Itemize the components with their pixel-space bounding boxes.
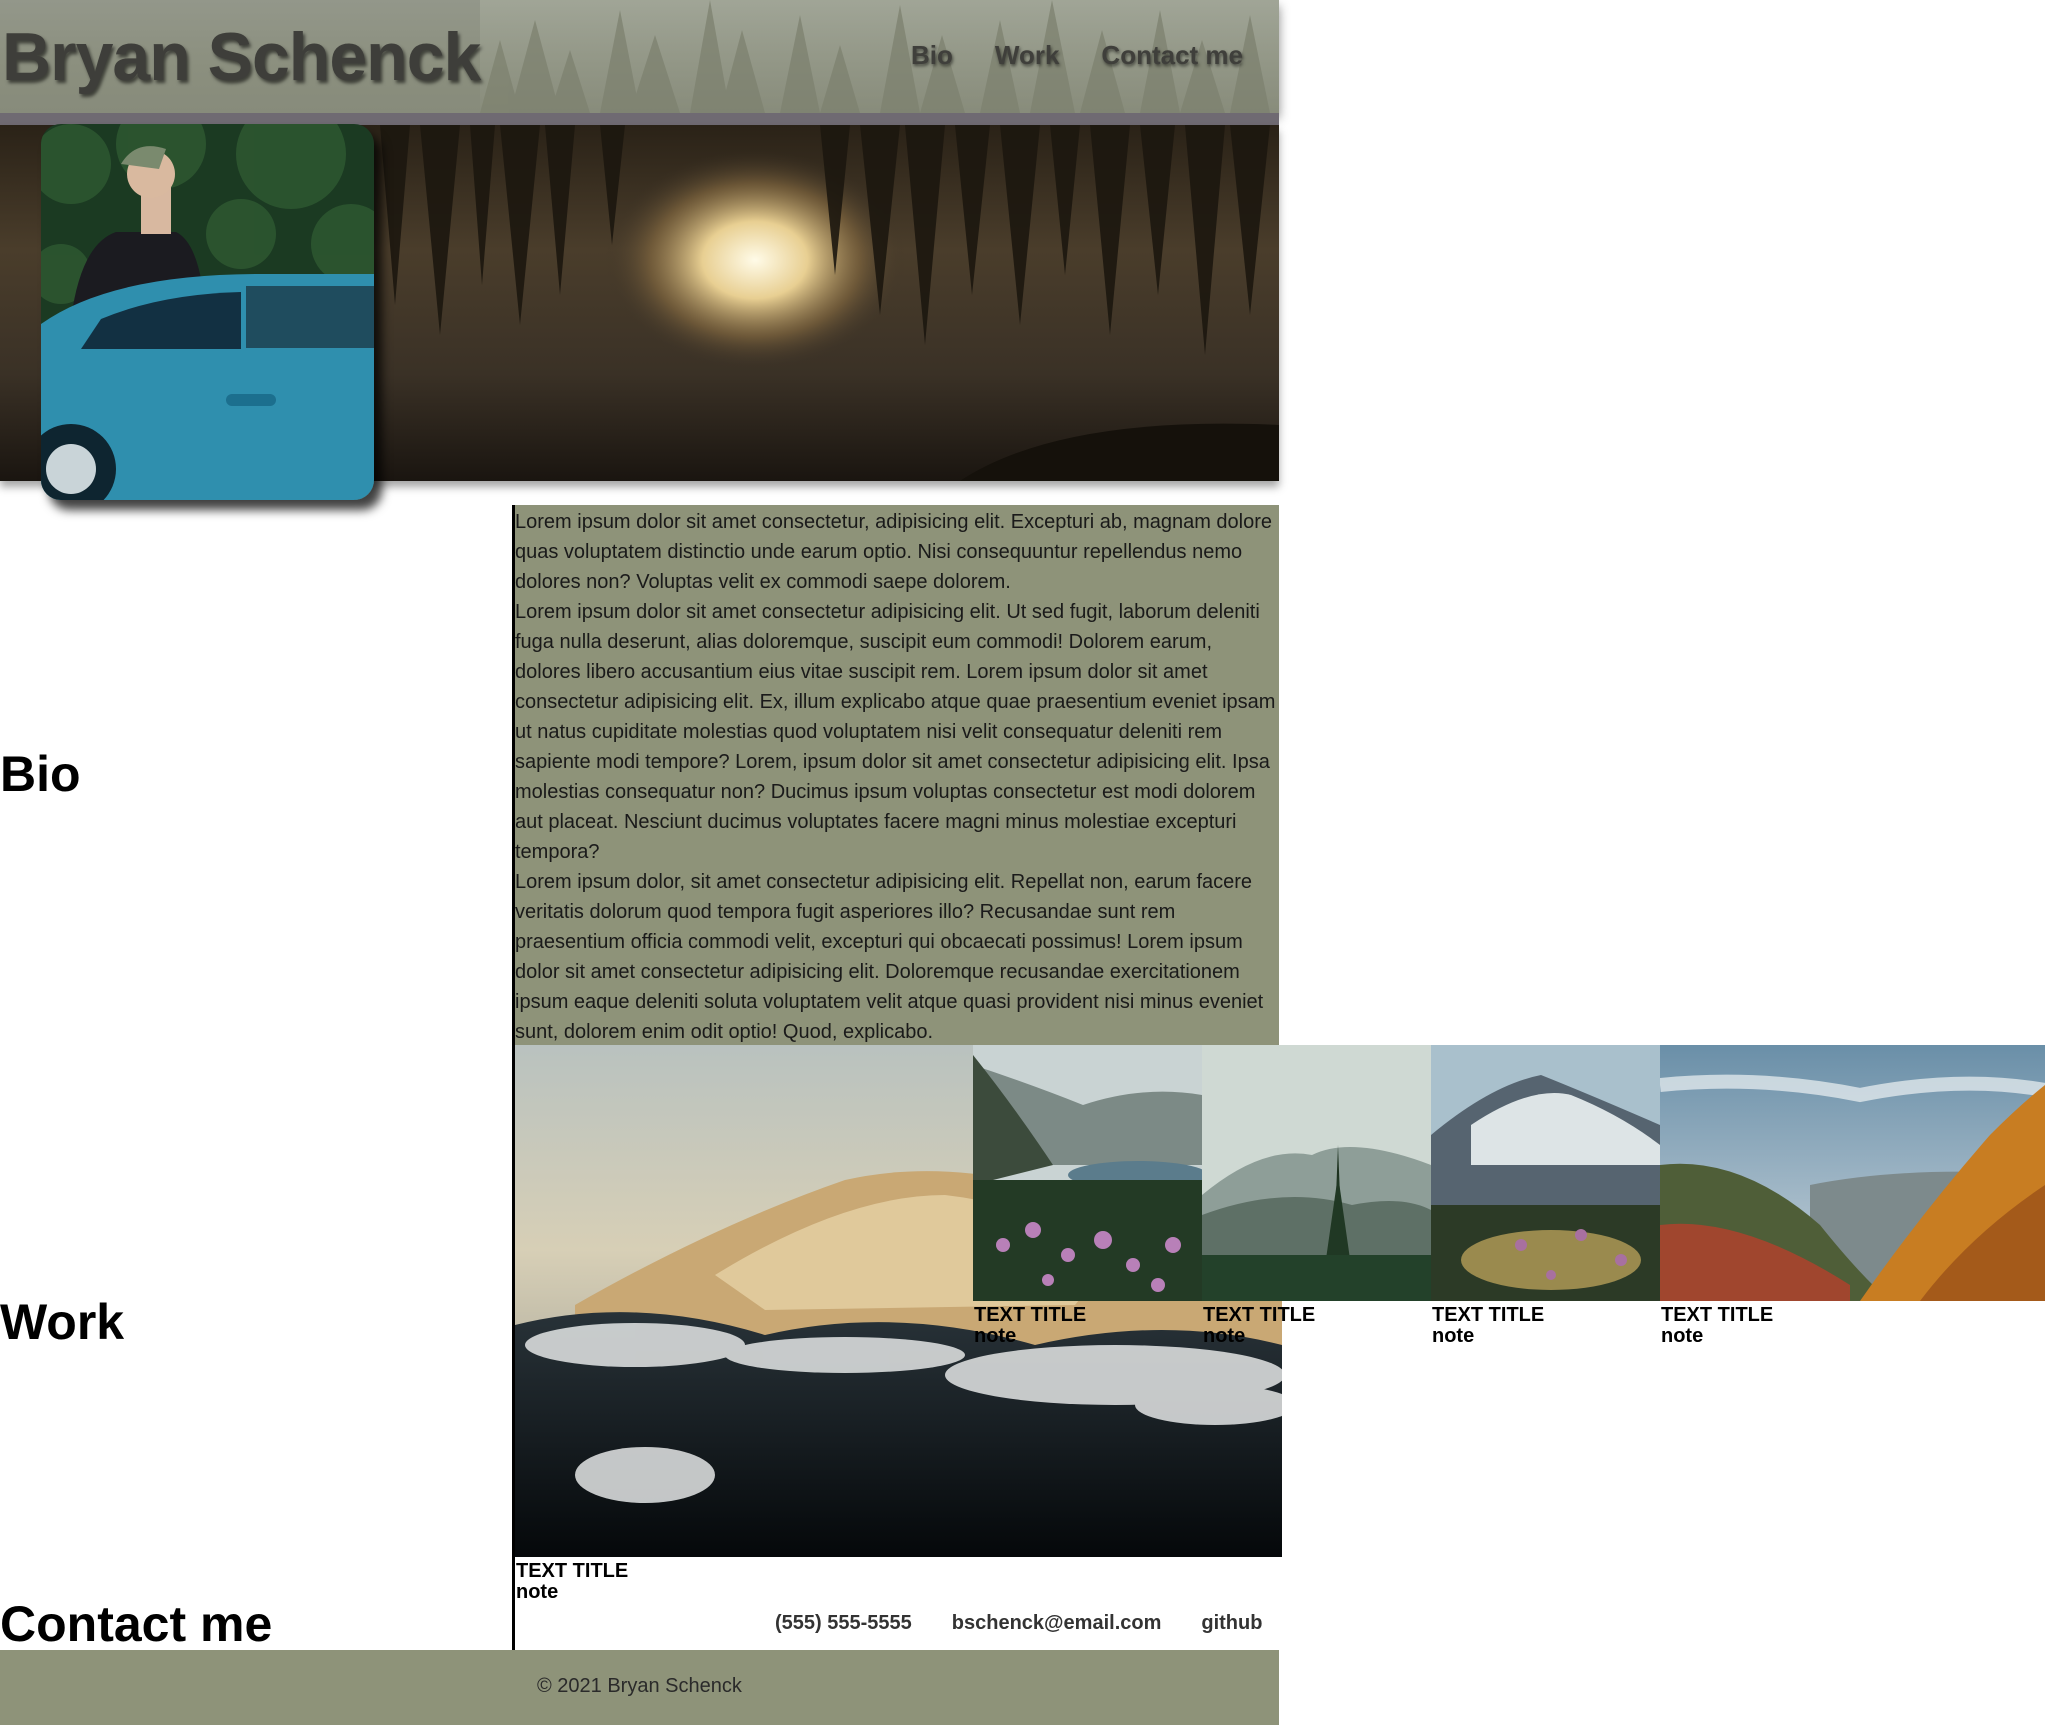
work-caption-4: TEXT TITLE note — [1432, 1305, 1544, 1347]
work-image-5[interactable] — [1660, 1045, 2045, 1301]
bio-paragraph-3: Lorem ipsum dolor, sit amet consectetur … — [515, 871, 1264, 1043]
nav-link-work[interactable]: Work — [995, 40, 1060, 71]
contact-email-link[interactable]: bschenck@email.com — [952, 1612, 1162, 1635]
contact-links: (555) 555-5555 bschenck@email.com github — [775, 1612, 1262, 1635]
main-nav: Bio Work Contact me — [911, 40, 1243, 71]
work-note-5: note — [1661, 1325, 1704, 1347]
bio-paragraph-1: Lorem ipsum dolor sit amet consectetur, … — [515, 511, 1273, 593]
work-title-1: TEXT TITLE — [516, 1560, 629, 1582]
work-note-4: note — [1432, 1325, 1475, 1347]
site-title: Bryan Schenck — [2, 19, 481, 95]
nav-link-contact[interactable]: Contact me — [1101, 40, 1243, 71]
work-note-3: note — [1203, 1325, 1246, 1347]
work-image-4[interactable] — [1431, 1045, 1660, 1301]
bio-panel: Lorem ipsum dolor sit amet consectetur, … — [515, 505, 1279, 1045]
work-note-1: note — [516, 1581, 559, 1603]
work-caption-2: TEXT TITLE note — [974, 1305, 1086, 1347]
nav-link-bio[interactable]: Bio — [911, 40, 953, 71]
work-note-2: note — [974, 1325, 1017, 1347]
work-heading: Work — [0, 1294, 125, 1350]
work-image-2[interactable] — [973, 1045, 1202, 1301]
work-caption-3: TEXT TITLE note — [1203, 1305, 1315, 1347]
portfolio-page: Bryan Schenck Bio Work Contact me Bio Wo… — [0, 0, 2045, 1725]
contact-phone-link[interactable]: (555) 555-5555 — [775, 1612, 912, 1635]
work-title-5: TEXT TITLE — [1661, 1304, 1774, 1326]
work-caption-1: TEXT TITLE note — [516, 1561, 628, 1603]
profile-photo — [41, 124, 374, 500]
site-header: Bryan Schenck Bio Work Contact me — [0, 0, 1279, 113]
bio-paragraph-2: Lorem ipsum dolor sit amet consectetur a… — [515, 601, 1276, 863]
work-caption-5: TEXT TITLE note — [1661, 1305, 1773, 1347]
contact-heading: Contact me — [0, 1596, 273, 1652]
work-title-2: TEXT TITLE — [974, 1304, 1087, 1326]
bio-heading: Bio — [0, 746, 81, 802]
footer-copyright: © 2021 Bryan Schenck — [537, 1675, 742, 1697]
contact-github-link[interactable]: github — [1201, 1612, 1262, 1635]
site-footer: © 2021 Bryan Schenck — [0, 1650, 1279, 1725]
work-title-3: TEXT TITLE — [1203, 1304, 1316, 1326]
work-title-4: TEXT TITLE — [1432, 1304, 1545, 1326]
work-image-3[interactable] — [1202, 1045, 1431, 1301]
